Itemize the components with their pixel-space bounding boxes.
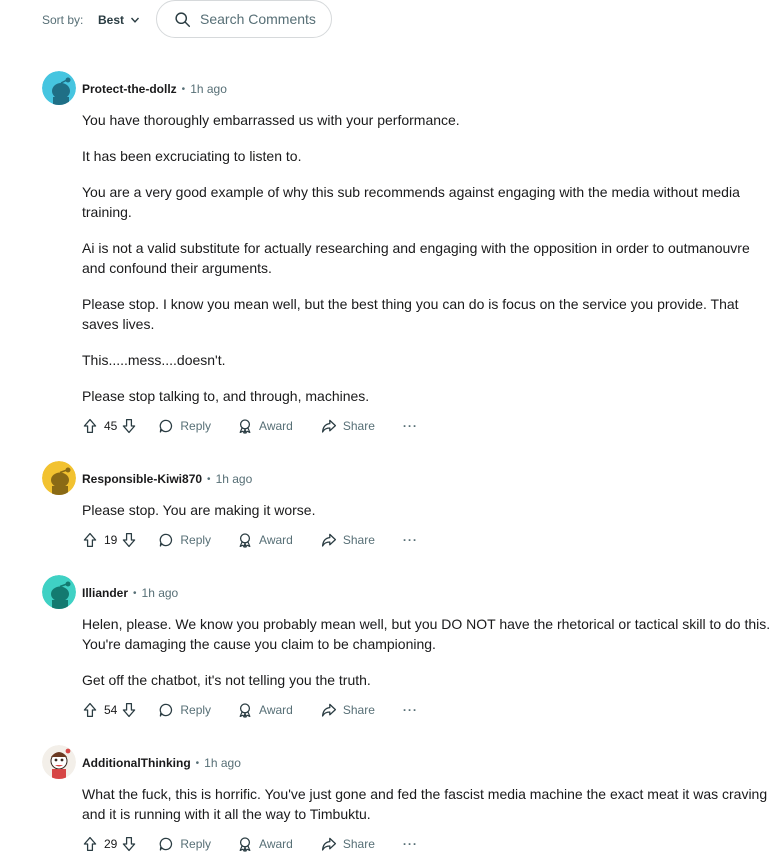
comment-paragraph: Helen, please. We know you probably mean… — [82, 616, 771, 652]
sort-value: Best — [98, 13, 125, 27]
award-button[interactable]: Award — [237, 702, 293, 718]
vote-count: 29 — [104, 837, 118, 851]
upvote-icon[interactable] — [82, 418, 98, 434]
comment-paragraph: What the fuck, this is horrific. You've … — [82, 786, 768, 822]
reply-button[interactable]: Reply — [158, 418, 211, 434]
comment-paragraph: Please stop. I know you mean well, but t… — [82, 296, 739, 332]
share-icon — [321, 836, 337, 852]
upvote-icon[interactable] — [82, 702, 98, 718]
comment-actions: 29 Reply Award Share ··· — [82, 834, 418, 854]
search-placeholder: Search Comments — [200, 11, 316, 27]
more-options-button[interactable]: ··· — [403, 703, 418, 717]
avatar[interactable] — [42, 745, 76, 779]
vote-count: 19 — [104, 533, 118, 547]
award-button[interactable]: Award — [237, 418, 293, 434]
search-comments-input[interactable]: Search Comments — [156, 0, 332, 38]
reply-icon — [158, 532, 174, 548]
comment-meta: Protect-the-dollz • 1h ago — [82, 82, 227, 96]
sort-label: Sort by: — [42, 13, 84, 27]
reply-icon — [158, 836, 174, 852]
reply-label: Reply — [180, 837, 212, 851]
search-icon — [175, 11, 191, 27]
share-label: Share — [342, 703, 375, 717]
avatar[interactable] — [42, 575, 76, 609]
downvote-icon[interactable] — [121, 418, 137, 434]
reply-button[interactable]: Reply — [158, 702, 211, 718]
separator-dot: • — [181, 83, 186, 95]
comment-paragraph: You are a very good example of why this … — [82, 184, 740, 220]
chevron-down-icon — [131, 17, 140, 23]
share-button[interactable]: Share — [321, 418, 375, 434]
comment-actions: 54 Reply Award Share ··· — [82, 700, 418, 720]
comment-paragraph: Get off the chatbot, it's not telling yo… — [82, 672, 371, 688]
comment-paragraph: Please stop talking to, and through, mac… — [82, 388, 370, 404]
reply-label: Reply — [180, 419, 212, 433]
reply-label: Reply — [180, 533, 212, 547]
comment-paragraph: This.....mess....doesn't. — [82, 352, 226, 368]
reply-icon — [158, 418, 174, 434]
separator-dot: • — [207, 473, 211, 485]
share-button[interactable]: Share — [321, 532, 375, 548]
share-button[interactable]: Share — [321, 836, 375, 852]
comment-paragraph: You have thoroughly embarrassed us with … — [82, 112, 460, 128]
more-options-button[interactable]: ··· — [403, 533, 418, 547]
more-options-button[interactable]: ··· — [403, 837, 418, 851]
vote-count: 54 — [104, 703, 118, 717]
award-button[interactable]: Award — [237, 532, 293, 548]
comment-paragraph: Please stop. You are making it worse. — [82, 502, 316, 518]
award-icon — [237, 532, 253, 548]
comment-meta: AdditionalThinking • 1h ago — [82, 756, 241, 770]
comment-time[interactable]: 1h ago — [142, 586, 179, 600]
comment-time[interactable]: 1h ago — [204, 756, 241, 770]
downvote-icon[interactable] — [121, 702, 137, 718]
share-icon — [321, 702, 337, 718]
sort-dropdown[interactable]: Best — [92, 8, 146, 32]
share-label: Share — [342, 837, 375, 851]
custom-avatar-icon — [42, 745, 76, 779]
downvote-icon[interactable] — [121, 532, 137, 548]
upvote-icon[interactable] — [82, 836, 98, 852]
snoo-avatar-icon — [42, 461, 76, 495]
avatar[interactable] — [42, 71, 76, 105]
award-button[interactable]: Award — [237, 836, 293, 852]
comment-meta: Responsible-Kiwi870 • 1h ago — [82, 472, 252, 486]
award-label: Award — [259, 837, 293, 851]
comments-toolbar: Sort by: Best Search Comments — [0, 0, 774, 40]
share-button[interactable]: Share — [321, 702, 375, 718]
comment-author[interactable]: AdditionalThinking — [82, 756, 191, 770]
award-icon — [237, 418, 253, 434]
comment-time[interactable]: 1h ago — [190, 82, 227, 96]
comment-actions: 19 Reply Award Share ··· — [82, 530, 418, 550]
comment-meta: Illiander • 1h ago — [82, 586, 178, 600]
avatar[interactable] — [42, 461, 76, 495]
share-icon — [321, 532, 337, 548]
separator-dot: • — [195, 757, 200, 769]
comment-paragraph: Ai is not a valid substitute for actuall… — [82, 240, 750, 276]
share-label: Share — [342, 419, 375, 433]
reply-button[interactable]: Reply — [158, 836, 211, 852]
snoo-avatar-icon — [42, 71, 76, 105]
separator-dot: • — [133, 587, 137, 599]
more-options-button[interactable]: ··· — [403, 419, 418, 433]
award-icon — [237, 702, 253, 718]
comment-author[interactable]: Illiander — [82, 586, 128, 600]
share-icon — [321, 418, 337, 434]
comment-actions: 45 Reply Award Share ··· — [82, 416, 418, 436]
comment-author[interactable]: Protect-the-dollz — [82, 82, 177, 96]
share-label: Share — [342, 533, 375, 547]
downvote-icon[interactable] — [121, 836, 137, 852]
comment-time[interactable]: 1h ago — [216, 472, 253, 486]
reply-label: Reply — [180, 703, 212, 717]
award-label: Award — [259, 533, 293, 547]
upvote-icon[interactable] — [82, 532, 98, 548]
comment-paragraph: It has been excruciating to listen to. — [82, 148, 302, 164]
award-label: Award — [259, 419, 293, 433]
snoo-avatar-icon — [42, 575, 76, 609]
award-label: Award — [259, 703, 293, 717]
reply-button[interactable]: Reply — [158, 532, 211, 548]
comment-author[interactable]: Responsible-Kiwi870 — [82, 472, 202, 486]
award-icon — [237, 836, 253, 852]
reply-icon — [158, 702, 174, 718]
vote-count: 45 — [104, 419, 118, 433]
